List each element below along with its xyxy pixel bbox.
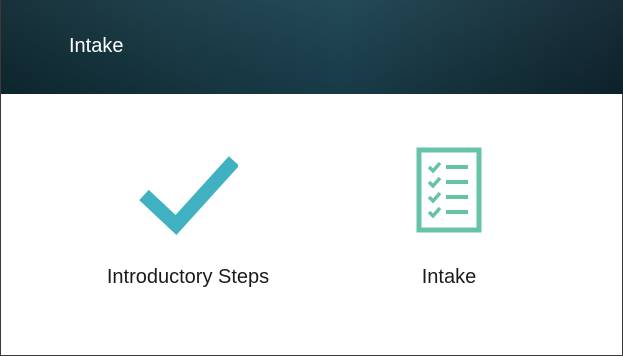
checkmark-icon bbox=[138, 135, 238, 245]
tile-label: Introductory Steps bbox=[106, 266, 270, 288]
page-title: Intake bbox=[69, 35, 124, 57]
tile-label: Intake bbox=[421, 266, 477, 288]
app-frame: Intake Introductory Steps Intake bbox=[0, 0, 623, 356]
tile-introductory-steps[interactable]: Introductory Steps bbox=[79, 135, 297, 289]
tile-intake[interactable]: Intake bbox=[389, 135, 509, 289]
header-bar: Intake bbox=[1, 0, 623, 94]
checklist-icon bbox=[416, 135, 482, 245]
